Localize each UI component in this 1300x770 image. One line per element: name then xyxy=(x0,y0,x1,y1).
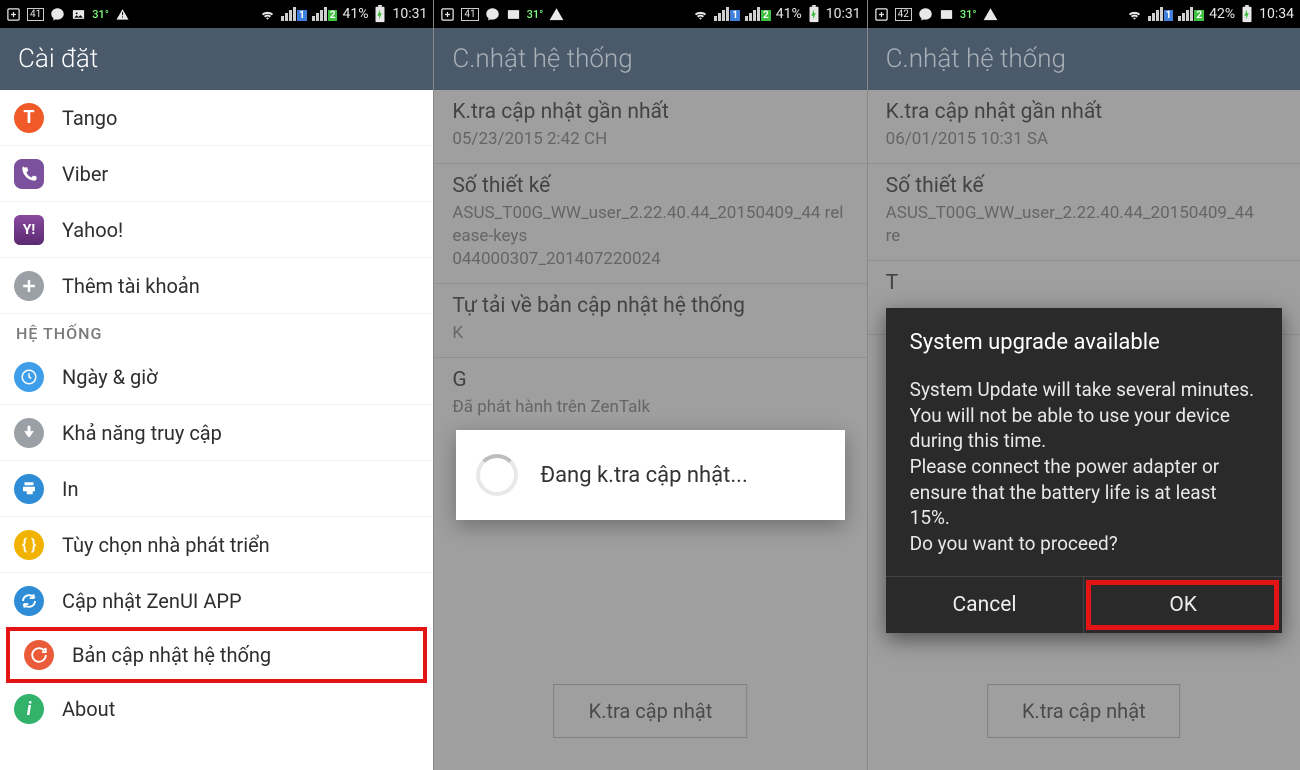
warning-icon xyxy=(115,7,130,22)
settings-item-datetime[interactable]: Ngày & giờ xyxy=(0,349,433,405)
add-icon xyxy=(14,271,44,301)
clock-text: 10:31 xyxy=(392,6,427,22)
settings-item-print[interactable]: In xyxy=(0,461,433,517)
settings-list[interactable]: T Tango Viber Y! Yahoo! Thêm tài khoản H… xyxy=(0,90,433,737)
battery-badge-icon: 41 xyxy=(27,8,44,21)
temp-badge: 31° xyxy=(960,8,977,21)
title-text: C.nhật hệ thống xyxy=(886,44,1066,74)
add-box-icon xyxy=(874,7,889,22)
settings-item-add-account[interactable]: Thêm tài khoản xyxy=(0,258,433,314)
sim1-signal: 1 xyxy=(714,7,740,21)
item-label: Cập nhật ZenUI APP xyxy=(62,589,242,613)
settings-item-tango[interactable]: T Tango xyxy=(0,90,433,146)
battery-percent: 42% xyxy=(1209,6,1235,22)
image-icon xyxy=(939,7,954,22)
ok-button[interactable]: OK xyxy=(1083,577,1282,633)
panel-system-update-checking: 41 31° 1 2 41% 10:31 C.nhật hệ thống K.t… xyxy=(433,0,866,770)
battery-charging-icon xyxy=(807,5,821,23)
settings-item-developer[interactable]: { } Tùy chọn nhà phát triển xyxy=(0,517,433,573)
progress-text: Đang k.tra cập nhật... xyxy=(540,463,747,488)
warning-icon xyxy=(983,7,998,22)
item-label: Thêm tài khoản xyxy=(62,274,200,298)
upgrade-dialog: System upgrade available System Update w… xyxy=(886,308,1282,633)
titlebar: Cài đặt xyxy=(0,28,433,90)
sim2-signal: 2 xyxy=(745,7,771,21)
messenger-icon xyxy=(50,7,65,22)
clock-icon xyxy=(14,362,44,392)
panel-system-update-dialog: 42 31° 1 2 42% 10:34 C.nhật hệ thống K.t… xyxy=(867,0,1300,770)
item-label: In xyxy=(62,477,78,501)
title-text: C.nhật hệ thống xyxy=(452,44,632,74)
battery-charging-icon xyxy=(1240,5,1254,23)
item-label: Viber xyxy=(62,162,108,186)
battery-charging-icon xyxy=(373,5,387,23)
add-box-icon xyxy=(6,7,21,22)
sim2-signal: 2 xyxy=(1178,7,1204,21)
spinner-icon xyxy=(476,454,518,496)
battery-percent: 41% xyxy=(776,6,802,22)
wifi-icon xyxy=(692,7,709,21)
battery-percent: 41% xyxy=(342,6,368,22)
temp-badge: 31° xyxy=(527,8,544,21)
clock-text: 10:31 xyxy=(826,6,861,22)
cancel-button[interactable]: Cancel xyxy=(886,577,1084,633)
dialog-body: System Update will take several minutes.… xyxy=(910,377,1258,556)
add-box-icon xyxy=(440,7,455,22)
title-text: Cài đặt xyxy=(18,44,98,74)
item-label: Bản cập nhật hệ thống xyxy=(72,643,271,667)
hand-icon xyxy=(14,418,44,448)
sim2-signal: 2 xyxy=(312,7,338,21)
tango-icon: T xyxy=(14,103,44,133)
settings-item-zenui-update[interactable]: Cập nhật ZenUI APP xyxy=(0,573,433,629)
wifi-icon xyxy=(1126,7,1143,21)
item-label: About xyxy=(62,697,115,721)
warning-icon xyxy=(549,7,564,22)
item-label: Tùy chọn nhà phát triển xyxy=(62,533,270,557)
item-label: Ngày & giờ xyxy=(62,365,158,389)
yahoo-icon: Y! xyxy=(14,215,44,245)
info-icon: i xyxy=(14,694,44,724)
settings-item-viber[interactable]: Viber xyxy=(0,146,433,202)
dev-icon: { } xyxy=(14,530,44,560)
item-label: Yahoo! xyxy=(62,218,123,242)
status-bar: 42 31° 1 2 42% 10:34 xyxy=(868,0,1300,28)
temp-badge: 31° xyxy=(92,8,109,21)
dialog-title: System upgrade available xyxy=(910,330,1258,355)
sysupdate-icon xyxy=(24,640,54,670)
status-bar: 41 31° 1 2 41% 10:31 xyxy=(434,0,866,28)
titlebar: C.nhật hệ thống xyxy=(868,28,1300,90)
wifi-icon xyxy=(259,7,276,21)
messenger-icon xyxy=(918,7,933,22)
status-bar: 41 31° 1 2 41% 10:31 xyxy=(0,0,433,28)
progress-dialog: Đang k.tra cập nhật... xyxy=(456,430,844,520)
settings-item-accessibility[interactable]: Khả năng truy cập xyxy=(0,405,433,461)
item-label: Khả năng truy cập xyxy=(62,421,222,445)
print-icon xyxy=(14,474,44,504)
battery-badge-icon: 42 xyxy=(895,8,912,21)
titlebar: C.nhật hệ thống xyxy=(434,28,866,90)
clock-text: 10:34 xyxy=(1259,6,1294,22)
battery-badge-icon: 41 xyxy=(461,8,478,21)
sim1-signal: 1 xyxy=(281,7,307,21)
image-icon xyxy=(506,7,521,22)
messenger-icon xyxy=(485,7,500,22)
image-icon xyxy=(71,7,86,22)
settings-item-about[interactable]: i About xyxy=(0,681,433,737)
refresh-icon xyxy=(14,586,44,616)
item-label: Tango xyxy=(62,106,117,130)
settings-item-yahoo[interactable]: Y! Yahoo! xyxy=(0,202,433,258)
panel-settings: 41 31° 1 2 41% 10:31 Cài đặt T Tango Vib… xyxy=(0,0,433,770)
sim1-signal: 1 xyxy=(1148,7,1174,21)
viber-icon xyxy=(14,159,44,189)
section-header-system: HỆ THỐNG xyxy=(0,314,433,349)
settings-item-system-update[interactable]: Bản cập nhật hệ thống xyxy=(6,627,427,683)
